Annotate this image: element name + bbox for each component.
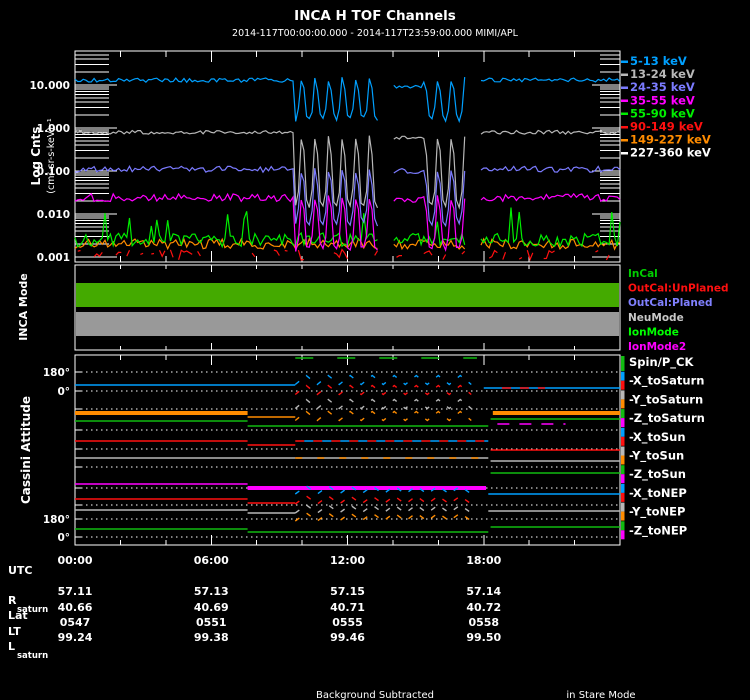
attitude-strip-seg [621,474,625,484]
table-value: 0551 [196,616,227,629]
legend-attitude--Z-toSaturn: -Z_toSaturn [629,411,705,426]
mode-ylabel: INCA Mode [17,273,30,341]
legend-mode-NeuMode: NeuMode [628,312,684,324]
attitude-strip-seg [621,390,625,400]
footer-background-subtracted: Background Subtracted [316,690,434,700]
utc-tick-label: 06:00 [194,554,229,567]
attitude-strip-seg [621,465,625,475]
legend-attitude--X-toSaturn: -X_toSaturn [629,374,704,389]
legend-attitude--Y-toSaturn: -Y_toSaturn [629,392,703,407]
attitude-strip-seg [621,530,625,540]
table-value: 99.46 [330,631,365,644]
attitude-ytick-label: 0° [57,532,70,544]
table-value: 40.71 [330,601,365,614]
y-tick-label: 0.001 [37,252,70,264]
utc-row-label: UTC [8,564,33,577]
utc-tick-label: 00:00 [57,554,92,567]
page-title: INCA H TOF Channels [294,8,456,24]
y-tick-label: 0.010 [37,209,70,221]
attitude-strip-seg [621,483,625,493]
legend-mode-OutCal-UnPlaned: OutCal:UnPlaned [628,283,729,295]
legend-attitude-Spin-P-CK: Spin/P_CK [629,355,694,370]
legend-counts-35-55-keV: 35-55 keV [630,93,695,107]
legend-counts-149-227-keV: 149-227 keV [630,133,711,147]
attitude-strip-seg [621,409,625,419]
table-value: 99.24 [58,631,93,644]
table-value: 0555 [332,616,363,629]
legend-counts-13-24-keV: 13-24 keV [630,67,695,81]
legend-attitude--Y-toNEP: -Y_toNEP [629,505,685,520]
legend-attitude--X-toSun: -X_toSun [629,430,686,445]
utc-tick-label: 12:00 [330,554,365,567]
attitude-strip-seg [621,455,625,465]
attitude-ytick-label: 180° [43,367,70,379]
attitude-strip-seg [621,380,625,390]
table-row-label: Lat [8,609,28,622]
legend-mode-IonMode2: IonMode2 [628,341,686,353]
legend-counts-5-13-keV: 5-13 keV [630,54,687,68]
attitude-strip-seg [621,502,625,512]
utc-tick-label: 18:00 [466,554,501,567]
attitude-strip-seg [621,371,625,381]
trace-90-149-keV [284,249,288,252]
inca-tof-plot-page: INCA H TOF Channels 2014-117T00:00:00.00… [0,0,750,700]
table-value: 57.13 [194,585,229,598]
mode-bar-gray [76,312,619,336]
table-value: 0558 [468,616,499,629]
legend-counts-55-90-keV: 55-90 keV [630,106,695,120]
attitude-strip-seg [621,418,625,428]
y-tick-label: 0.100 [37,166,70,178]
trace-90-149-keV [77,249,81,252]
table-value: 99.38 [194,631,229,644]
legend-counts-24-35-keV: 24-35 keV [630,80,695,94]
attitude-strip-seg [621,446,625,456]
table-value: 57.14 [466,585,501,598]
attitude-strip-seg [621,492,625,502]
attitude-strip-seg [621,399,625,409]
legend-attitude--Z-toSun: -Z_toSun [629,467,686,482]
attitude-ytick-label: 0° [57,386,70,398]
mode-bar-green [76,283,619,307]
attitude-strip-seg [621,521,625,531]
legend-attitude--Z-toNEP: -Z_toNEP [629,523,687,538]
table-row-label: R [8,594,17,607]
legend-mode-IonMode: IonMode [628,326,679,338]
plot-svg: INCA H TOF Channels 2014-117T00:00:00.00… [0,0,750,700]
legend-counts-227-360-keV: 227-360 keV [630,146,711,160]
legend-attitude--Y-toSun: -Y_toSun [629,449,684,464]
table-value: 57.11 [58,585,93,598]
attitude-strip-seg [621,511,625,521]
table-value: 99.50 [466,631,501,644]
y-tick-label: 10.000 [29,80,70,92]
y-tick-label: 1.000 [37,123,70,135]
table-value: 40.66 [58,601,93,614]
table-value: 0547 [60,616,91,629]
footer-stare-mode: in Stare Mode [566,690,635,700]
table-row-label: L [8,640,15,653]
attitude-strip-seg [621,436,625,446]
table-row-label: LT [8,625,21,638]
table-value: 40.72 [466,601,501,614]
table-value: 40.69 [194,601,229,614]
legend-counts-90-149-keV: 90-149 keV [630,120,703,134]
attitude-strip-seg [621,427,625,437]
legend-mode-InCal: InCal [628,268,658,280]
trace-90-149-keV [151,252,155,255]
table-row-sublabel: saturn [17,651,48,661]
attitude-ylabel: Cassini Attitude [19,396,33,504]
legend-mode-OutCal-Planed: OutCal:Planed [628,297,713,309]
table-value: 57.15 [330,585,365,598]
attitude-ytick-label: 180° [43,514,70,526]
page-subtitle: 2014-117T00:00:00.000 - 2014-117T23:59:0… [232,28,519,39]
legend-attitude--X-toNEP: -X_toNEP [629,486,687,501]
attitude-strip-seg [621,356,625,371]
